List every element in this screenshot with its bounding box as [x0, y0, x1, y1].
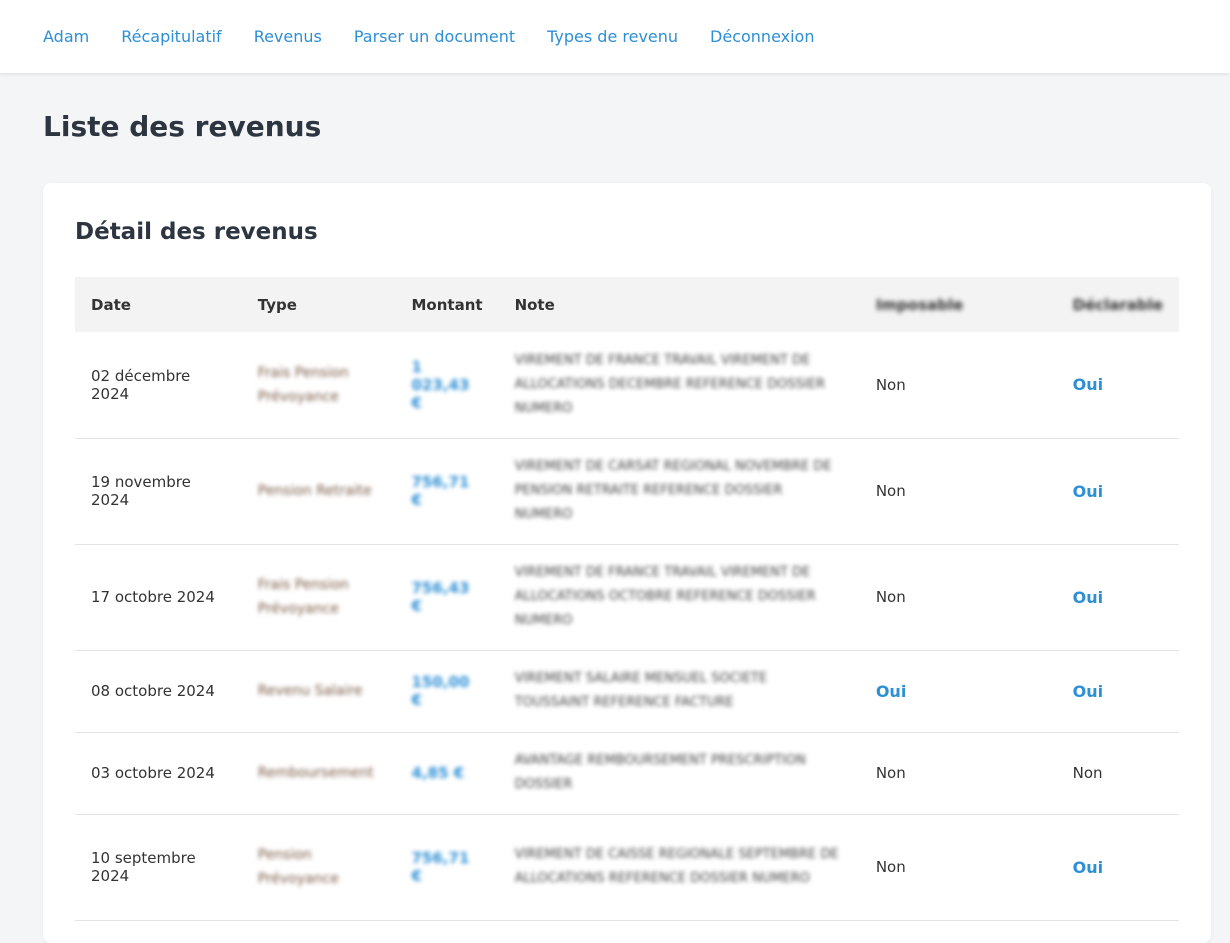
row-note: VIREMENT DE CARSAT REGIONAL NOVEMBRE DE … [498, 438, 860, 545]
row-type: Frais Pension Prévoyance [241, 544, 396, 651]
row-amount[interactable]: 150,00 € [395, 650, 499, 733]
row-note: VIREMENT DE FRANCE TRAVAIL VIREMENT DE A… [498, 332, 860, 439]
table-row: 17 octobre 2024 Frais Pension Prévoyance… [75, 544, 1179, 651]
row-declarable: Non [1056, 732, 1179, 815]
row-declarable[interactable]: Oui [1056, 650, 1179, 733]
row-amount[interactable]: 4,85 € [395, 732, 499, 815]
row-note: VIREMENT SALAIRE MENSUEL SOCIETE TOUSSAI… [498, 650, 860, 733]
row-note: VIREMENT DE FRANCE TRAVAIL VIREMENT DE A… [498, 544, 860, 651]
row-amount[interactable]: 1 023,43 € [395, 332, 499, 439]
row-date: 02 décembre 2024 [75, 332, 242, 439]
nav-link-revenus[interactable]: Revenus [254, 27, 322, 46]
table-row: 03 octobre 2024 Remboursement 4,85 € AVA… [75, 732, 1179, 815]
row-imposable: Non [859, 332, 1057, 439]
row-amount[interactable]: 756,71 € [395, 814, 499, 921]
nav-link-deconnexion[interactable]: Déconnexion [710, 27, 814, 46]
header-amount: Montant [411, 295, 483, 314]
row-date: 17 octobre 2024 [75, 544, 242, 651]
nav-link-recapitulatif[interactable]: Récapitulatif [121, 27, 221, 46]
row-type: Pension Prévoyance [241, 814, 396, 921]
row-amount[interactable]: 756,43 € [395, 544, 499, 651]
row-date: 19 novembre 2024 [75, 438, 242, 545]
top-navigation: Adam Récapitulatif Revenus Parser un doc… [0, 0, 1230, 73]
table-header-row: Date Type Montant Note Imposable Déclara… [75, 277, 1179, 332]
row-note: VIREMENT DE CAISSE REGIONALE SEPTEMBRE D… [498, 814, 860, 921]
row-declarable[interactable]: Oui [1056, 438, 1179, 545]
row-declarable[interactable]: Oui [1056, 814, 1179, 921]
row-imposable: Non [859, 732, 1057, 815]
row-date: 03 octobre 2024 [75, 732, 242, 815]
header-declarable: Déclarable [1072, 295, 1163, 314]
row-imposable: Non [859, 438, 1057, 545]
row-declarable[interactable]: Oui [1056, 332, 1179, 439]
page-title: Liste des revenus [43, 110, 322, 143]
header-type: Type [257, 295, 297, 314]
nav-link-types-revenu[interactable]: Types de revenu [547, 27, 678, 46]
row-type: Pension Retraite [241, 438, 396, 545]
table-row: 10 septembre 2024 Pension Prévoyance 756… [75, 814, 1179, 921]
nav-link-parser-document[interactable]: Parser un document [354, 27, 515, 46]
income-table: Date Type Montant Note Imposable Déclara… [75, 277, 1179, 921]
row-imposable[interactable]: Oui [859, 650, 1057, 733]
row-imposable: Non [859, 814, 1057, 921]
table-row: 08 octobre 2024 Revenu Salaire 150,00 € … [75, 650, 1179, 733]
row-note: AVANTAGE REMBOURSEMENT PRESCRIPTION DOSS… [498, 732, 860, 815]
row-amount[interactable]: 756,71 € [395, 438, 499, 545]
row-type: Revenu Salaire [241, 650, 396, 733]
row-declarable[interactable]: Oui [1056, 544, 1179, 651]
table-row: 19 novembre 2024 Pension Retraite 756,71… [75, 438, 1179, 545]
row-date: 10 septembre 2024 [75, 814, 242, 921]
income-detail-card: Détail des revenus Date Type Montant Not… [43, 183, 1211, 943]
row-type: Remboursement [241, 732, 396, 815]
table-row: 02 décembre 2024 Frais Pension Prévoyanc… [75, 332, 1179, 439]
nav-link-adam[interactable]: Adam [43, 27, 89, 46]
row-date: 08 octobre 2024 [75, 650, 242, 733]
header-note: Note [514, 295, 555, 314]
card-title: Détail des revenus [75, 219, 318, 245]
header-imposable: Imposable [875, 295, 964, 314]
row-imposable: Non [859, 544, 1057, 651]
header-date: Date [91, 295, 131, 314]
row-type: Frais Pension Prévoyance [241, 332, 396, 439]
